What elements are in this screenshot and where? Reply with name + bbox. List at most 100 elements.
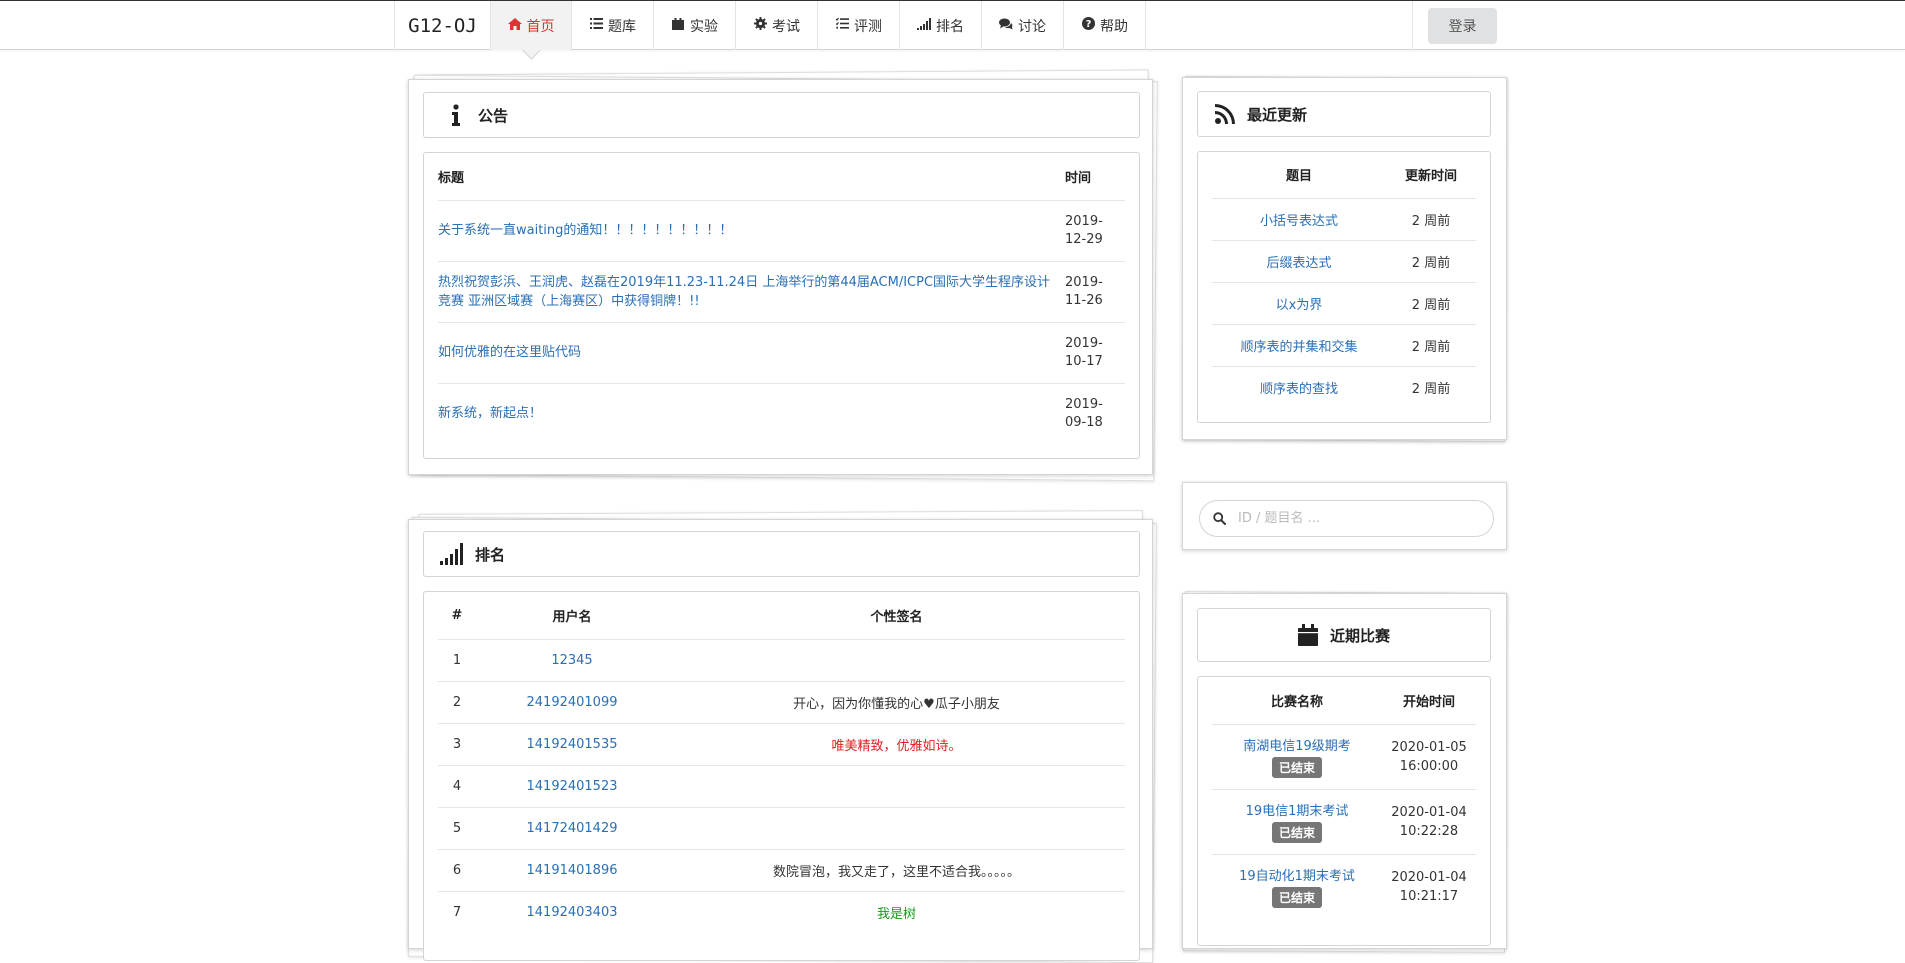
contests-title: 近期比赛	[1329, 626, 1390, 645]
updates-body: 题目 更新时间 小括号表达式 2 周前 后缀表达式 2 周前 以x为界 2 周前	[1197, 151, 1491, 423]
notice-time: 2019-09-18	[1065, 396, 1103, 430]
nav-home-label: 首页	[526, 18, 555, 35]
notice-panel: 公告 标题 时间 关于系统一直waiting的通知！！！！！！！！！！ 2019…	[408, 79, 1153, 475]
user-link[interactable]: 14172401429	[527, 821, 618, 836]
col-title: 标题	[438, 153, 1065, 201]
notice-link[interactable]: 新系统，新起点！	[438, 406, 542, 421]
nav-labs[interactable]: 实验	[654, 1, 736, 50]
table-row: 7 14192403403 我是树	[438, 891, 1125, 933]
contest-link[interactable]: 19电信1期末考试	[1246, 804, 1349, 819]
contest-link[interactable]: 南湖电信19级期考	[1243, 739, 1351, 754]
gear-icon	[753, 17, 767, 34]
update-time: 2 周前	[1411, 381, 1451, 397]
search-panel	[1182, 482, 1507, 550]
table-row: 新系统，新起点！ 2019-09-18	[438, 383, 1125, 444]
col-username: 用户名	[476, 592, 668, 640]
update-time: 2 周前	[1386, 240, 1476, 283]
col-signature: 个性签名	[668, 592, 1125, 640]
contests-table-head: 比赛名称 开始时间	[1212, 677, 1476, 725]
problem-link[interactable]: 后缀表达式	[1266, 256, 1331, 271]
update-time: 2 周前	[1386, 282, 1476, 325]
problem-link[interactable]: 以x为界	[1276, 298, 1323, 313]
contests-header: 近期比赛	[1197, 608, 1491, 662]
user-signature: 我是树	[876, 906, 916, 922]
status-badge: 已结束	[1271, 887, 1322, 909]
notice-body: 标题 时间 关于系统一直waiting的通知！！！！！！！！！！ 2019-12…	[423, 152, 1140, 459]
search-input[interactable]	[1236, 510, 1476, 527]
contest-link[interactable]: 19自动化1期末考试	[1239, 869, 1355, 884]
col-start-time: 开始时间	[1382, 677, 1476, 725]
table-row: 热烈祝贺彭浜、王润虎、赵磊在2019年11.23-11.24日 上海举行的第44…	[438, 261, 1125, 323]
question-icon: ?	[1081, 17, 1095, 34]
user-link[interactable]: 14191401896	[527, 863, 618, 878]
col-rank-no: #	[438, 592, 476, 640]
contest-start: 2020-01-04 10:22:28	[1382, 789, 1476, 855]
updates-table: 题目 更新时间 小括号表达式 2 周前 后缀表达式 2 周前 以x为界 2 周前	[1212, 152, 1476, 408]
svg-text:?: ?	[1085, 19, 1091, 30]
rank-panel: 排名 # 用户名 个性签名 1 12345 2 24192401099 开心，因…	[408, 519, 1153, 961]
rank-no: 5	[438, 807, 476, 850]
nav-problems-label: 题库	[608, 18, 636, 35]
nav-judge[interactable]: 评测	[818, 1, 900, 50]
user-link[interactable]: 14192401523	[527, 779, 618, 794]
update-time: 2 周前	[1386, 198, 1476, 241]
home-icon	[507, 17, 522, 34]
login-area: 登录	[1412, 1, 1497, 50]
nav-help-label: 帮助	[1100, 18, 1128, 35]
problem-link[interactable]: 顺序表的并集和交集	[1240, 340, 1357, 355]
nav-problems[interactable]: 题库	[572, 1, 654, 50]
brand-logo[interactable]: G12-OJ	[395, 1, 491, 50]
notice-link[interactable]: 如何优雅的在这里贴代码	[438, 345, 581, 360]
rank-no: 3	[438, 723, 476, 766]
top-navbar: G12-OJ 首页 题库 实验 考试 评测 排名 讨论 ? 帮助 登录	[0, 0, 1905, 50]
user-link[interactable]: 14192403403	[527, 905, 618, 920]
rank-body: # 用户名 个性签名 1 12345 2 24192401099 开心，因为你懂…	[423, 591, 1140, 961]
rank-table: # 用户名 个性签名 1 12345 2 24192401099 开心，因为你懂…	[438, 592, 1125, 933]
notice-link[interactable]: 关于系统一直waiting的通知！！！！！！！！！！	[438, 223, 732, 238]
user-link[interactable]: 12345	[551, 653, 592, 668]
tasks-icon	[835, 17, 849, 33]
nav-labs-label: 实验	[690, 18, 718, 35]
status-badge: 已结束	[1271, 822, 1322, 843]
nav-home[interactable]: 首页	[491, 1, 572, 50]
signal-icon	[440, 543, 466, 565]
comments-icon	[999, 18, 1013, 34]
login-button[interactable]: 登录	[1428, 7, 1497, 44]
list-icon	[589, 18, 603, 33]
user-signature: 开心，因为你懂我的心♥瓜子小朋友	[668, 681, 1125, 724]
user-signature	[668, 807, 1125, 850]
status-badge: 已结束	[1271, 757, 1322, 778]
table-row: 南湖电信19级期考 已结束 2020-01-05 16:00:00	[1212, 724, 1476, 790]
updates-header: 最近更新	[1197, 91, 1491, 137]
search-icon	[1213, 512, 1226, 525]
table-row: 3 14192401535 唯美精致，优雅如诗。	[438, 723, 1125, 766]
table-row: 2 24192401099 开心，因为你懂我的心♥瓜子小朋友	[438, 681, 1125, 724]
table-row: 4 14192401523	[438, 765, 1125, 808]
user-signature	[668, 765, 1125, 808]
search-field[interactable]	[1199, 500, 1494, 537]
nav-exams[interactable]: 考试	[736, 1, 818, 50]
nav-discuss[interactable]: 讨论	[982, 1, 1064, 50]
updates-title: 最近更新	[1247, 105, 1308, 124]
updates-table-head: 题目 更新时间	[1212, 152, 1476, 199]
table-row: 顺序表的并集和交集 2 周前	[1212, 324, 1476, 367]
calendar-icon	[1297, 624, 1318, 646]
rss-icon	[1215, 104, 1235, 124]
notice-link[interactable]: 热烈祝贺彭浜、王润虎、赵磊在2019年11.23-11.24日 上海举行的第44…	[438, 275, 1050, 309]
nav-rank[interactable]: 排名	[900, 1, 982, 50]
nav-discuss-label: 讨论	[1018, 18, 1046, 35]
col-problem: 题目	[1212, 152, 1386, 199]
nav-rank-label: 排名	[936, 18, 964, 35]
rank-table-head: # 用户名 个性签名	[438, 592, 1125, 640]
table-row: 以x为界 2 周前	[1212, 282, 1476, 325]
user-link[interactable]: 14192401535	[527, 737, 618, 752]
rank-no: 6	[438, 849, 476, 892]
notice-time: 2019-10-17	[1065, 322, 1125, 384]
rank-title: 排名	[475, 545, 506, 564]
nav-help[interactable]: ? 帮助	[1064, 1, 1146, 50]
user-link[interactable]: 24192401099	[527, 695, 618, 710]
problem-link[interactable]: 顺序表的查找	[1260, 382, 1338, 397]
contest-start: 2020-01-04 10:21:17	[1391, 869, 1467, 904]
table-row: 1 12345	[438, 639, 1125, 682]
problem-link[interactable]: 小括号表达式	[1260, 214, 1338, 229]
